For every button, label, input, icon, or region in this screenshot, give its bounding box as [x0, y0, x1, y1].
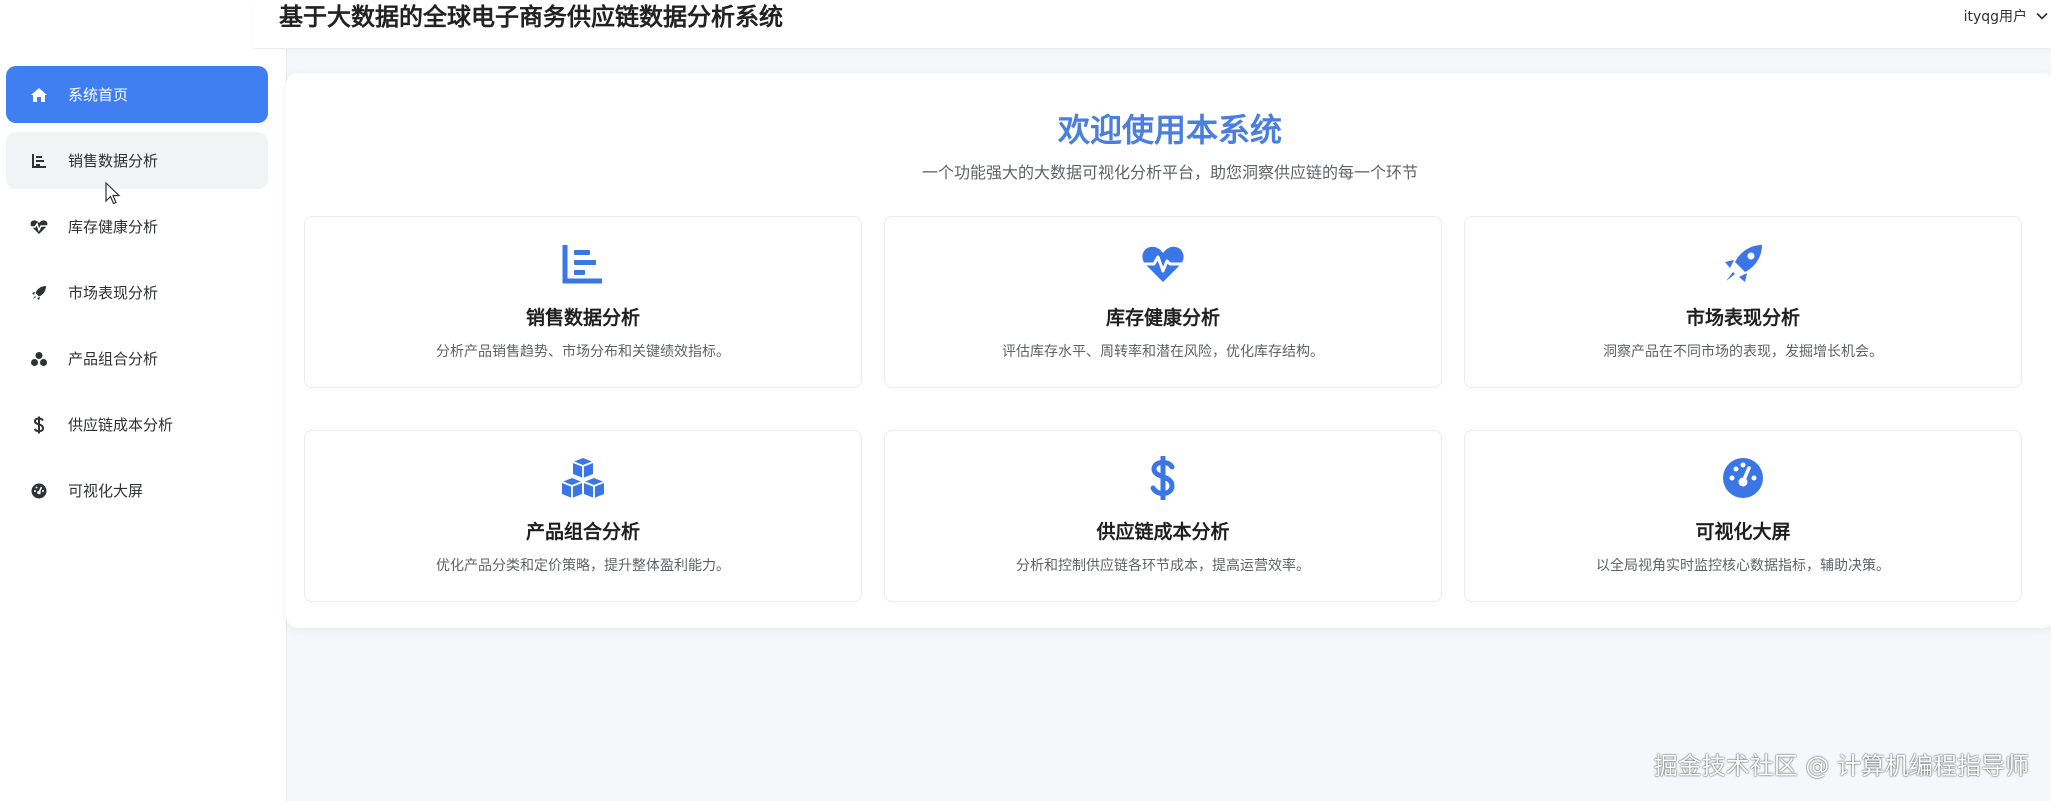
feature-title: 库存健康分析 [1105, 307, 1220, 329]
cubes-icon [305, 455, 861, 501]
rocket-icon [28, 282, 50, 304]
sidebar-item-label: 市场表现分析 [68, 284, 159, 302]
feature-desc: 优化产品分类和定价策略，提升整体盈利能力。 [436, 558, 730, 574]
mouse-cursor-icon [105, 182, 121, 205]
welcome-subtitle: 一个功能强大的大数据可视化分析平台，助您洞察供应链的每一个环节 [921, 163, 1418, 182]
sidebar-item-dashboard[interactable]: 可视化大屏 [6, 462, 268, 519]
feature-desc: 分析和控制供应链各环节成本，提高运营效率。 [1016, 558, 1310, 574]
heartbeat-icon [28, 216, 50, 238]
feature-title: 供应链成本分析 [1096, 521, 1230, 543]
feature-desc: 评估库存水平、周转率和潜在风险，优化库存结构。 [1002, 344, 1324, 360]
feature-desc: 洞察产品在不同市场的表现，发掘增长机会。 [1603, 344, 1883, 360]
rocket-icon [1465, 241, 2021, 287]
sidebar-item-label: 供应链成本分析 [68, 416, 174, 434]
sidebar-item-label: 销售数据分析 [68, 152, 159, 170]
feature-desc: 分析产品销售趋势、市场分布和关键绩效指标。 [436, 344, 730, 360]
heartbeat-icon [885, 241, 1441, 287]
chevron-down-icon [2036, 12, 2048, 20]
dollar-icon [885, 455, 1441, 501]
sidebar-menu: 系统首页 销售数据分析 库存健康分析 市场表现分析 产品组合分析 供应链成本分析… [0, 52, 286, 519]
sidebar-item-label: 可视化大屏 [68, 482, 144, 500]
sidebar-item-market[interactable]: 市场表现分析 [6, 264, 268, 321]
feature-desc: 以全局视角实时监控核心数据指标，辅助决策。 [1596, 558, 1890, 574]
dollar-icon [28, 414, 50, 436]
welcome-panel: 欢迎使用本系统 一个功能强大的大数据可视化分析平台，助您洞察供应链的每一个环节 … [286, 73, 2051, 628]
feature-title: 产品组合分析 [525, 521, 640, 543]
sidebar-logo-area [0, 0, 286, 52]
sidebar-item-cost[interactable]: 供应链成本分析 [6, 396, 268, 453]
sidebar-item-label: 库存健康分析 [68, 218, 159, 236]
chart-icon [28, 150, 50, 172]
gauge-icon [28, 480, 50, 502]
sidebar-item-label: 产品组合分析 [68, 350, 159, 368]
watermark-text: 掘金技术社区 @ 计算机编程指导师 [1653, 752, 2029, 780]
feature-card-sales[interactable]: 销售数据分析 分析产品销售趋势、市场分布和关键绩效指标。 [304, 216, 862, 388]
sidebar: 系统首页 销售数据分析 库存健康分析 市场表现分析 产品组合分析 供应链成本分析… [0, 0, 287, 801]
sidebar-item-sales[interactable]: 销售数据分析 [6, 132, 268, 189]
gauge-icon [1465, 455, 2021, 501]
user-menu[interactable]: ityqg用户 [1964, 6, 2049, 26]
feature-card-dashboard[interactable]: 可视化大屏 以全局视角实时监控核心数据指标，辅助决策。 [1464, 430, 2022, 602]
username: ityqg用户 [1963, 9, 2027, 25]
feature-title: 可视化大屏 [1695, 521, 1791, 543]
feature-card-product[interactable]: 产品组合分析 优化产品分类和定价策略，提升整体盈利能力。 [304, 430, 862, 602]
sidebar-item-label: 系统首页 [68, 86, 129, 104]
sidebar-item-inventory[interactable]: 库存健康分析 [6, 198, 268, 255]
cubes-icon [28, 348, 50, 370]
page-title: 基于大数据的全球电子商务供应链数据分析系统 [279, 3, 783, 31]
home-icon [28, 84, 50, 106]
welcome-title: 欢迎使用本系统 [1057, 111, 1282, 149]
feature-card-cost[interactable]: 供应链成本分析 分析和控制供应链各环节成本，提高运营效率。 [884, 430, 1442, 602]
feature-card-inventory[interactable]: 库存健康分析 评估库存水平、周转率和潜在风险，优化库存结构。 [884, 216, 1442, 388]
sidebar-item-home[interactable]: 系统首页 [6, 66, 268, 123]
feature-title: 市场表现分析 [1685, 307, 1800, 329]
top-header: 基于大数据的全球电子商务供应链数据分析系统 ityqg用户 [253, 0, 2051, 49]
sidebar-item-product[interactable]: 产品组合分析 [6, 330, 268, 387]
chart-icon [305, 241, 861, 287]
feature-title: 销售数据分析 [525, 307, 640, 329]
feature-card-market[interactable]: 市场表现分析 洞察产品在不同市场的表现，发掘增长机会。 [1464, 216, 2022, 388]
